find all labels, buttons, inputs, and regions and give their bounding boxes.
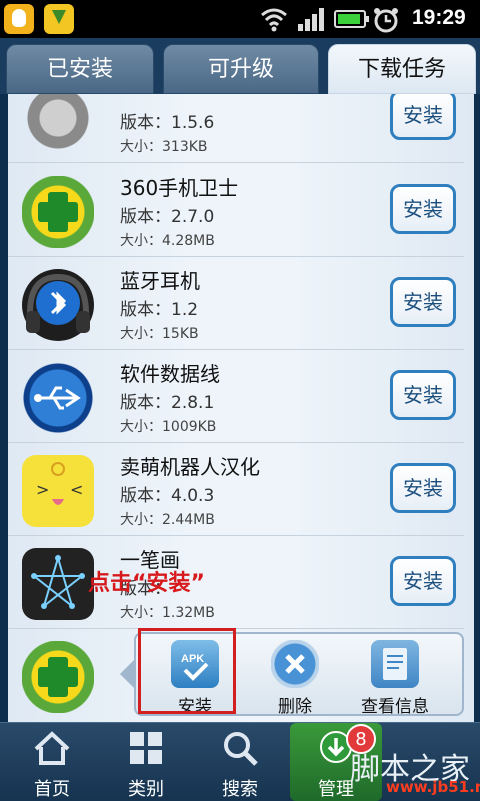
wifi-icon [261, 8, 287, 32]
info-doc-icon [371, 640, 419, 688]
app-version: 版本：2.8.1 [120, 393, 215, 413]
popup-arrow [120, 660, 134, 688]
bluetooth-headphones-icon [22, 269, 94, 341]
install-button[interactable]: 安装 [390, 277, 456, 327]
usb-icon [22, 362, 94, 434]
360-icon [22, 176, 94, 248]
alarm-icon [374, 8, 398, 33]
list-item[interactable]: 一笔画 版本： 大小：1.32MB 安装 [8, 536, 464, 629]
360-icon [22, 641, 94, 713]
watermark-url: www.jb51.net [386, 778, 480, 796]
app-size: 大小：1009KB [120, 419, 217, 435]
app-version: 版本：1.2 [120, 300, 199, 320]
app-version: 版本：1.5.6 [120, 113, 215, 133]
app-size: 大小：2.44MB [120, 512, 215, 528]
list-item[interactable]: 蓝牙耳机 版本：1.2 大小：15KB 安装 [8, 257, 464, 350]
list-item[interactable]: 360手机卫士 版本：2.7.0 大小：4.28MB 安装 [8, 164, 464, 257]
tab-bar: 已安装 可升级 下载任务 [0, 38, 480, 94]
install-button[interactable]: 安装 [390, 463, 456, 513]
search-icon [224, 732, 258, 766]
nav-search-label: 搜索 [222, 779, 258, 800]
app-size: 大小：1.32MB [120, 605, 215, 621]
install-button[interactable]: 安装 [390, 94, 456, 140]
app-size: 大小：15KB [120, 326, 199, 342]
nav-category-label: 类别 [128, 779, 164, 800]
popup-delete[interactable]: 删除 [250, 638, 340, 717]
app-name: 卖萌机器人汉化 [120, 455, 260, 479]
svg-text:>: > [36, 480, 49, 499]
install-button[interactable]: 安装 [390, 556, 456, 606]
cute-face-icon: > < [22, 455, 94, 527]
popup-view-info[interactable]: 查看信息 [350, 638, 440, 717]
nav-home[interactable]: 首页 [6, 723, 98, 801]
app-version: 版本：2.7.0 [120, 207, 215, 227]
download-list[interactable]: 版本：1.5.6 大小：313KB 安装 360手机卫士 版本：2.7.0 大小… [0, 94, 480, 722]
highlight-box [138, 628, 236, 714]
nav-category[interactable]: 类别 [100, 723, 192, 801]
signal-icon [298, 8, 324, 31]
svg-text:<: < [70, 480, 83, 499]
popup-view-info-label: 查看信息 [361, 697, 429, 717]
popup-delete-label: 删除 [278, 697, 312, 717]
install-button[interactable]: 安装 [390, 184, 456, 234]
battery-icon [334, 10, 369, 28]
status-time: 19:29 [412, 6, 466, 29]
tab-download-tasks[interactable]: 下载任务 [328, 44, 476, 94]
list-item[interactable]: 版本：1.5.6 大小：313KB 安装 [8, 94, 464, 163]
app-name: 软件数据线 [120, 362, 220, 386]
tab-installed[interactable]: 已安装 [6, 44, 154, 94]
app-size: 大小：313KB [120, 139, 208, 155]
list-item[interactable]: 软件数据线 版本：2.8.1 大小：1009KB 安装 [8, 350, 464, 443]
app-name: 360手机卫士 [120, 176, 239, 200]
status-bar: 19:29 [0, 0, 480, 38]
tab-upgradable[interactable]: 可升级 [163, 44, 319, 94]
list-panel: 版本：1.5.6 大小：313KB 安装 360手机卫士 版本：2.7.0 大小… [8, 94, 474, 722]
annotation-text: 点击“安装” [88, 571, 205, 596]
delete-icon [271, 640, 319, 688]
app-size: 大小：4.28MB [120, 233, 215, 249]
install-button[interactable]: 安装 [390, 370, 456, 420]
nav-search[interactable]: 搜索 [194, 723, 286, 801]
list-item[interactable]: > < 卖萌机器人汉化 版本：4.0.3 大小：2.44MB 安装 [8, 443, 464, 536]
download-icon [44, 4, 74, 34]
nav-home-label: 首页 [34, 779, 70, 800]
category-icon [130, 732, 162, 764]
app-name: 蓝牙耳机 [120, 269, 200, 293]
home-icon [34, 731, 70, 765]
app-version: 版本：4.0.3 [120, 486, 215, 506]
qq-icon [4, 4, 34, 34]
gear-robot-icon [22, 94, 94, 154]
star-puzzle-icon [22, 548, 94, 620]
